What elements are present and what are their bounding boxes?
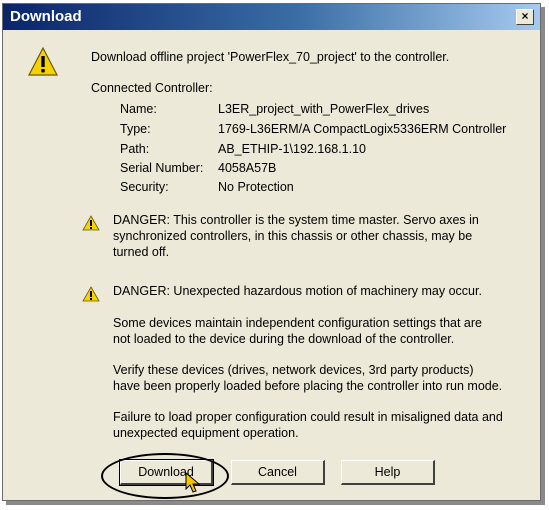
devices-paragraph: Some devices maintain independent config… — [113, 315, 533, 347]
help-button[interactable]: Help — [341, 460, 435, 485]
download-highlight-oval — [101, 453, 229, 499]
paragraph-line: not loaded to the device during the down… — [113, 332, 455, 346]
warning-icon — [82, 286, 100, 302]
danger-line: synchronized controllers, in this chassi… — [113, 229, 473, 243]
security-value: No Protection — [218, 180, 294, 194]
name-label: Name: — [120, 102, 157, 116]
serial-number-value: 4058A57B — [218, 161, 277, 175]
path-value: AB_ETHIP-1\192.168.1.10 — [218, 142, 367, 156]
danger-line: DANGER: This controller is the system ti… — [113, 213, 479, 227]
paragraph-line: Verify these devices (drives, network de… — [113, 363, 474, 377]
intro-text: Download offline project 'PowerFlex_70_p… — [91, 50, 450, 64]
connected-controller-heading: Connected Controller: — [91, 81, 213, 95]
danger-line: DANGER: Unexpected hazardous motion of m… — [113, 284, 482, 298]
danger-hazardous-motion: DANGER: Unexpected hazardous motion of m… — [113, 283, 533, 299]
serial-number-label: Serial Number: — [120, 161, 204, 175]
failure-paragraph: Failure to load proper configuration cou… — [113, 409, 533, 441]
close-button[interactable]: × — [516, 9, 534, 25]
type-value: 1769-L36ERM/A CompactLogix5336ERM Contro… — [218, 122, 507, 136]
security-label: Security: — [120, 180, 169, 194]
warning-icon — [82, 215, 100, 231]
mouse-cursor-icon — [185, 472, 201, 493]
danger-line: turned off. — [113, 245, 170, 259]
paragraph-line: have been properly loaded before placing… — [113, 379, 503, 393]
warning-icon — [28, 46, 58, 76]
type-label: Type: — [120, 122, 151, 136]
danger-time-master: DANGER: This controller is the system ti… — [113, 212, 533, 260]
verify-paragraph: Verify these devices (drives, network de… — [113, 362, 533, 394]
paragraph-line: unexpected equipment operation. — [113, 426, 299, 440]
paragraph-line: Some devices maintain independent config… — [113, 316, 482, 330]
path-label: Path: — [120, 142, 150, 156]
cancel-button[interactable]: Cancel — [231, 460, 325, 485]
dialog-title: Download — [10, 8, 82, 25]
download-dialog: Download × Download offline project 'Pow… — [2, 3, 541, 501]
paragraph-line: Failure to load proper configuration cou… — [113, 410, 503, 424]
name-value: L3ER_project_with_PowerFlex_drives — [218, 102, 430, 116]
title-bar[interactable]: Download × — [3, 4, 540, 30]
